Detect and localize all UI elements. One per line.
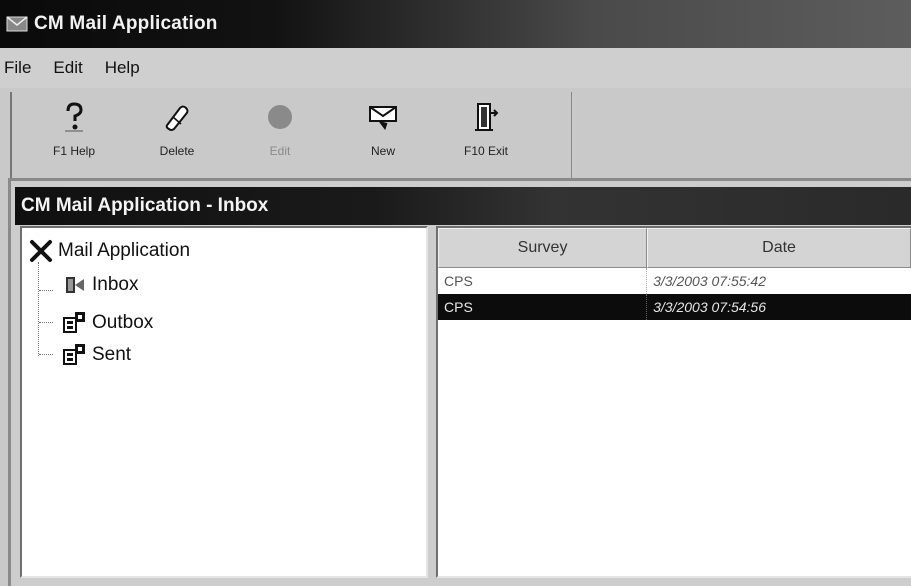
message-date: 3/3/2003 07:55:42 — [653, 273, 767, 289]
list-header: Survey Date — [438, 228, 911, 268]
column-header-survey[interactable]: Survey — [438, 228, 648, 268]
message-list[interactable]: Survey Date CPS 3/3/2003 07:55:42 CPS 3/… — [436, 226, 911, 578]
new-button-label: New — [370, 144, 395, 158]
message-row[interactable]: CPS 3/3/2003 07:55:42 — [438, 268, 911, 294]
tree-root-label: Mail Application — [58, 240, 191, 261]
tree-item-sent[interactable]: Sent — [62, 342, 131, 368]
column-header-date[interactable]: Date — [647, 228, 911, 268]
message-survey: CPS — [438, 294, 648, 320]
message-survey: CPS — [438, 268, 648, 294]
menu-edit[interactable]: Edit — [53, 58, 82, 78]
menu-bar: File Edit Help — [0, 48, 911, 88]
help-icon — [57, 100, 91, 134]
edit-button-label: Edit — [269, 144, 291, 158]
exit-door-icon — [469, 100, 503, 134]
edit-icon — [263, 100, 297, 134]
tree-item-outbox-label: Outbox — [92, 312, 154, 333]
tree-connector — [39, 290, 53, 291]
delete-button[interactable]: Delete — [125, 100, 229, 170]
help-button[interactable]: F1 Help — [22, 100, 126, 170]
new-button[interactable]: New — [331, 100, 435, 170]
tree-item-sent-label: Sent — [92, 344, 132, 365]
help-button-label: F1 Help — [52, 144, 96, 158]
toolbar-empty-area — [572, 92, 911, 178]
edit-button[interactable]: Edit — [228, 100, 332, 170]
tree-item-inbox-label: Inbox — [92, 274, 139, 295]
menu-help[interactable]: Help — [105, 58, 140, 78]
folder-tree[interactable]: Mail Application Inbox Outbox Sent — [20, 226, 428, 578]
toolbar: F1 Help Delete Edit New F10 Exit — [10, 92, 572, 178]
tree-connector — [38, 262, 39, 356]
tree-item-inbox[interactable]: Inbox — [62, 272, 138, 298]
sent-icon — [62, 342, 88, 368]
close-x-icon — [28, 238, 54, 264]
inbox-window-title-bar[interactable]: CM Mail Application - Inbox — [15, 187, 911, 225]
app-title: CM Mail Application — [34, 13, 218, 34]
exit-button-label: F10 Exit — [463, 144, 508, 158]
message-date: 3/3/2003 07:54:56 — [653, 299, 767, 315]
tree-root-mail-application[interactable]: Mail Application — [28, 238, 190, 264]
message-row-selected[interactable]: CPS 3/3/2003 07:54:56 — [438, 294, 911, 320]
exit-button[interactable]: F10 Exit — [434, 100, 538, 170]
inbox-icon — [62, 272, 88, 298]
tree-connector — [39, 354, 53, 355]
new-message-icon — [366, 100, 400, 134]
tree-connector — [39, 322, 53, 323]
app-title-bar[interactable]: CM Mail Application — [0, 0, 911, 48]
outbox-icon — [62, 310, 88, 336]
menu-file[interactable]: File — [4, 58, 31, 78]
tree-item-outbox[interactable]: Outbox — [62, 310, 153, 336]
app-icon — [6, 13, 28, 35]
inbox-window-title: CM Mail Application - Inbox — [21, 195, 269, 216]
delete-button-label: Delete — [159, 144, 195, 158]
eraser-icon — [160, 100, 194, 134]
